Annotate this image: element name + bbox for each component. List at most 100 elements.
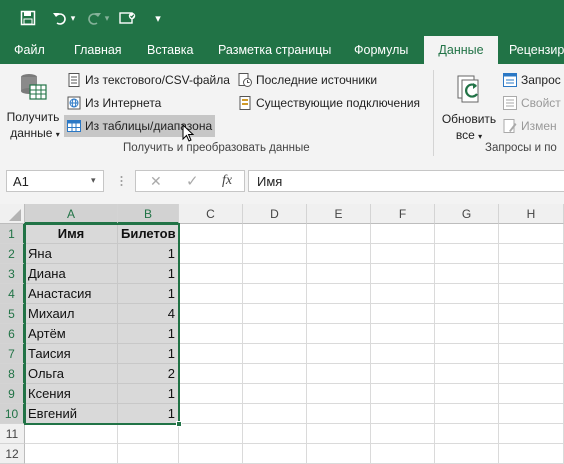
cell-e10[interactable] xyxy=(307,404,371,424)
cell-d12[interactable] xyxy=(243,444,307,464)
row-header-6[interactable]: 6 xyxy=(0,324,25,344)
cell-c3[interactable] xyxy=(179,264,243,284)
cancel-icon[interactable]: ✕ xyxy=(150,173,162,190)
cell-d10[interactable] xyxy=(243,404,307,424)
save-icon[interactable] xyxy=(18,8,38,28)
column-header-b[interactable]: B xyxy=(118,204,179,224)
customize-qat-icon[interactable]: ▾ xyxy=(148,8,168,28)
cell-e9[interactable] xyxy=(307,384,371,404)
cell-c11[interactable] xyxy=(179,424,243,444)
cell-g11[interactable] xyxy=(435,424,499,444)
cell-e11[interactable] xyxy=(307,424,371,444)
undo-dropdown-icon[interactable]: ▾ xyxy=(68,8,78,28)
cell-g9[interactable] xyxy=(435,384,499,404)
cell-h2[interactable] xyxy=(499,244,564,264)
from-text-csv-button[interactable]: Из текстового/CSV-файла xyxy=(67,70,230,90)
cell-f12[interactable] xyxy=(371,444,435,464)
column-header-a[interactable]: A xyxy=(25,204,118,224)
cell-f5[interactable] xyxy=(371,304,435,324)
enter-check-icon[interactable]: ✓ xyxy=(186,172,199,190)
cell-c2[interactable] xyxy=(179,244,243,264)
cell-f7[interactable] xyxy=(371,344,435,364)
cell-c5[interactable] xyxy=(179,304,243,324)
cell-g1[interactable] xyxy=(435,224,499,244)
cell-d7[interactable] xyxy=(243,344,307,364)
cell-d1[interactable] xyxy=(243,224,307,244)
queries-button[interactable]: Запрос xyxy=(503,70,561,90)
cell-e12[interactable] xyxy=(307,444,371,464)
cell-b12[interactable] xyxy=(118,444,179,464)
cell-f6[interactable] xyxy=(371,324,435,344)
cell-h1[interactable] xyxy=(499,224,564,244)
undo-icon[interactable] xyxy=(50,8,70,28)
cell-h5[interactable] xyxy=(499,304,564,324)
cell-d8[interactable] xyxy=(243,364,307,384)
cell-c9[interactable] xyxy=(179,384,243,404)
column-header-h[interactable]: H xyxy=(499,204,564,224)
cell-e3[interactable] xyxy=(307,264,371,284)
existing-connections-button[interactable]: Существующие подключения xyxy=(238,93,420,113)
row-header-8[interactable]: 8 xyxy=(0,364,25,384)
column-header-d[interactable]: D xyxy=(243,204,307,224)
cell-b11[interactable] xyxy=(118,424,179,444)
tab-formulas[interactable]: Формулы xyxy=(354,36,408,64)
column-header-c[interactable]: C xyxy=(179,204,243,224)
cell-d6[interactable] xyxy=(243,324,307,344)
tab-home[interactable]: Главная xyxy=(74,36,122,64)
cell-g7[interactable] xyxy=(435,344,499,364)
cell-f8[interactable] xyxy=(371,364,435,384)
cell-g4[interactable] xyxy=(435,284,499,304)
insert-function-icon[interactable]: fx xyxy=(222,173,232,189)
cell-d11[interactable] xyxy=(243,424,307,444)
cell-c10[interactable] xyxy=(179,404,243,424)
cell-a12[interactable] xyxy=(25,444,118,464)
cell-f9[interactable] xyxy=(371,384,435,404)
formula-bar-grip-icon[interactable] xyxy=(120,174,123,188)
formula-input[interactable]: Имя xyxy=(248,170,564,192)
cell-h10[interactable] xyxy=(499,404,564,424)
tab-page-layout[interactable]: Разметка страницы xyxy=(218,36,331,64)
row-header-2[interactable]: 2 xyxy=(0,244,25,264)
cell-f3[interactable] xyxy=(371,264,435,284)
redo-icon[interactable] xyxy=(84,8,104,28)
cell-e6[interactable] xyxy=(307,324,371,344)
row-header-9[interactable]: 9 xyxy=(0,384,25,404)
edit-links-button[interactable]: Измен xyxy=(503,116,557,136)
column-header-g[interactable]: G xyxy=(435,204,499,224)
row-header-7[interactable]: 7 xyxy=(0,344,25,364)
cell-g12[interactable] xyxy=(435,444,499,464)
cell-g3[interactable] xyxy=(435,264,499,284)
row-header-1[interactable]: 1 xyxy=(0,224,25,244)
cell-h11[interactable] xyxy=(499,424,564,444)
cell-h8[interactable] xyxy=(499,364,564,384)
cell-c8[interactable] xyxy=(179,364,243,384)
row-header-11[interactable]: 11 xyxy=(0,424,25,444)
refresh-all-button[interactable]: Обновить все ▾ xyxy=(438,70,500,142)
redo-dropdown-icon[interactable]: ▾ xyxy=(102,8,112,28)
row-header-5[interactable]: 5 xyxy=(0,304,25,324)
cell-h7[interactable] xyxy=(499,344,564,364)
row-header-10[interactable]: 10 xyxy=(0,404,25,424)
fill-handle[interactable] xyxy=(176,421,182,427)
cell-f2[interactable] xyxy=(371,244,435,264)
get-data-button[interactable]: Получить данные ▾ xyxy=(4,70,60,140)
cell-e2[interactable] xyxy=(307,244,371,264)
row-header-3[interactable]: 3 xyxy=(0,264,25,284)
cell-f10[interactable] xyxy=(371,404,435,424)
recent-sources-button[interactable]: Последние источники xyxy=(238,70,377,90)
touch-mode-icon[interactable] xyxy=(118,8,138,28)
cell-e7[interactable] xyxy=(307,344,371,364)
cell-h3[interactable] xyxy=(499,264,564,284)
cell-d2[interactable] xyxy=(243,244,307,264)
cell-f1[interactable] xyxy=(371,224,435,244)
select-all-corner[interactable] xyxy=(0,204,25,224)
cell-e1[interactable] xyxy=(307,224,371,244)
cell-d9[interactable] xyxy=(243,384,307,404)
name-box[interactable]: A1 ▾ xyxy=(6,170,104,192)
cell-c12[interactable] xyxy=(179,444,243,464)
cell-h4[interactable] xyxy=(499,284,564,304)
cell-c7[interactable] xyxy=(179,344,243,364)
cell-g5[interactable] xyxy=(435,304,499,324)
properties-button[interactable]: Свойст xyxy=(503,93,561,113)
cell-h12[interactable] xyxy=(499,444,564,464)
